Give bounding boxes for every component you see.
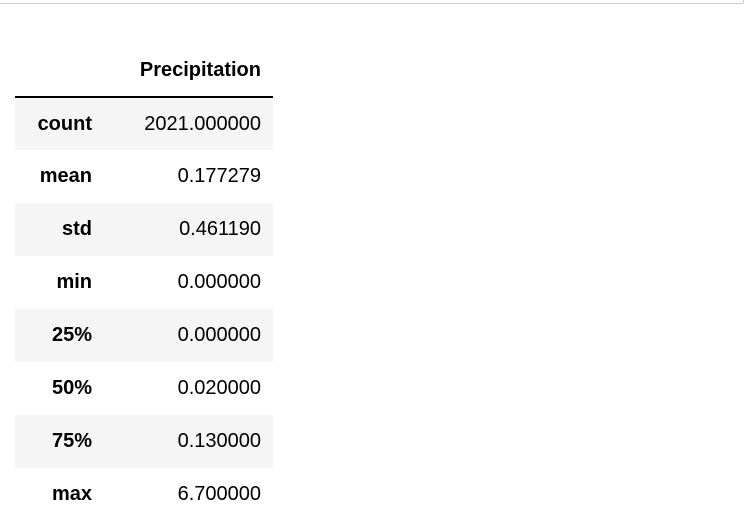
row-label: 75% [51, 430, 92, 452]
row-value: 6.700000 [177, 483, 261, 505]
row-value: 0.461190 [179, 218, 261, 240]
table-row: 75% 0.130000 [15, 415, 273, 468]
column-header-precipitation: Precipitation [93, 44, 273, 98]
row-label: mean [39, 165, 92, 187]
row-value: 0.000000 [177, 324, 261, 346]
table-row: mean 0.177279 [15, 150, 273, 203]
row-value: 0.177279 [177, 165, 261, 187]
row-label: 25% [51, 324, 92, 346]
table-row: 25% 0.000000 [15, 309, 273, 362]
row-label: 50% [51, 377, 92, 399]
table-header-row: Precipitation [15, 44, 273, 98]
row-label: count [37, 112, 92, 135]
row-label: max [51, 483, 92, 505]
table-row: std 0.461190 [15, 203, 273, 256]
index-header [15, 44, 93, 98]
row-value: 0.020000 [177, 377, 261, 399]
dataframe-output-table: Precipitation count 2021.000000 mean 0.1… [15, 44, 273, 521]
previous-cell-edge [0, 0, 744, 4]
row-value: 0.000000 [177, 271, 261, 293]
row-value: 0.130000 [177, 430, 261, 452]
row-value: 2021.000000 [144, 112, 261, 135]
table-row: count 2021.000000 [15, 97, 273, 150]
row-label: min [56, 271, 92, 293]
table-row: max 6.700000 [15, 468, 273, 521]
row-label: std [62, 218, 92, 240]
table-row: 50% 0.020000 [15, 362, 273, 415]
table-row: min 0.000000 [15, 256, 273, 309]
